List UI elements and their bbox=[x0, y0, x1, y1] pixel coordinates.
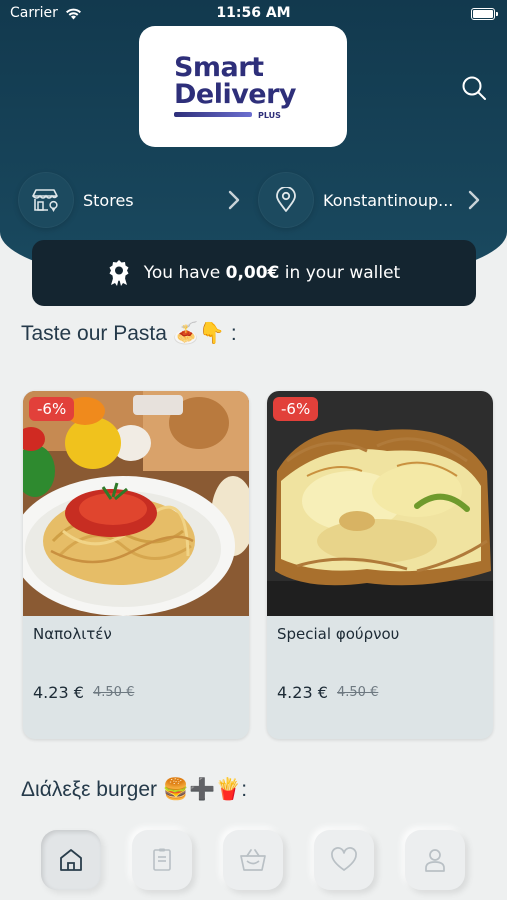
product-name: Ναπολιτέν bbox=[33, 625, 112, 643]
bottom-tab-bar bbox=[0, 826, 507, 900]
discount-badge: -6% bbox=[273, 397, 319, 421]
store-icon bbox=[32, 189, 58, 212]
heart-icon bbox=[331, 847, 357, 871]
logo-plus: PLUS bbox=[257, 110, 281, 120]
product-card[interactable]: -6% Special φούρνου 4.23 € 4.50 € bbox=[267, 391, 493, 739]
logo-underline bbox=[173, 111, 252, 117]
app-logo: Smart Delivery PLUS bbox=[139, 26, 347, 147]
product-old-price: 4.50 € bbox=[93, 685, 135, 700]
stores-chevron-icon[interactable] bbox=[223, 189, 245, 211]
tab-basket[interactable] bbox=[223, 830, 283, 890]
location-icon-circle bbox=[258, 172, 314, 228]
stores-label: Stores bbox=[83, 190, 134, 210]
product-old-price: 4.50 € bbox=[337, 685, 379, 700]
award-badge-icon bbox=[109, 260, 129, 286]
tab-favorites[interactable] bbox=[314, 830, 374, 890]
orders-icon bbox=[153, 848, 171, 871]
store-icon-circle bbox=[18, 172, 74, 228]
discount-badge: -6% bbox=[29, 397, 75, 421]
tab-profile[interactable] bbox=[405, 830, 465, 890]
product-price: 4.23 € bbox=[33, 683, 84, 702]
profile-icon bbox=[425, 849, 445, 872]
location-chevron-icon[interactable] bbox=[463, 189, 485, 211]
logo-line-2: Delivery bbox=[173, 78, 297, 110]
wallet-text: You have 0,00€ in your wallet bbox=[143, 263, 401, 283]
battery-icon bbox=[471, 8, 498, 20]
stores-selector[interactable]: Stores bbox=[18, 172, 134, 228]
basket-icon bbox=[240, 849, 266, 871]
logo-line-1: Smart bbox=[173, 51, 264, 83]
section-title-burger: Διάλεξε burger 🍔➕🍟: bbox=[21, 778, 248, 801]
section-title-pasta: Taste our Pasta 🍝👇 : bbox=[21, 322, 237, 345]
wallet-banner[interactable]: You have 0,00€ in your wallet bbox=[32, 240, 476, 306]
product-image bbox=[267, 391, 493, 616]
status-bar: Carrier 11:56 AM bbox=[0, 0, 507, 28]
product-name: Special φούρνου bbox=[277, 625, 400, 643]
tab-home[interactable] bbox=[41, 830, 101, 890]
location-pin-icon bbox=[276, 187, 296, 212]
product-card[interactable]: -6% Ναπολιτέν 4.23 € 4.50 € bbox=[23, 391, 249, 739]
wallet-amount: 0,00€ bbox=[225, 263, 280, 283]
search-icon[interactable] bbox=[460, 74, 488, 102]
tab-orders[interactable] bbox=[132, 830, 192, 890]
product-image bbox=[23, 391, 249, 616]
home-icon bbox=[60, 849, 82, 871]
status-time: 11:56 AM bbox=[216, 5, 291, 21]
product-price: 4.23 € bbox=[277, 683, 328, 702]
location-label: Konstantinoup... bbox=[323, 190, 454, 210]
location-selector[interactable]: Konstantinoup... bbox=[258, 172, 453, 228]
